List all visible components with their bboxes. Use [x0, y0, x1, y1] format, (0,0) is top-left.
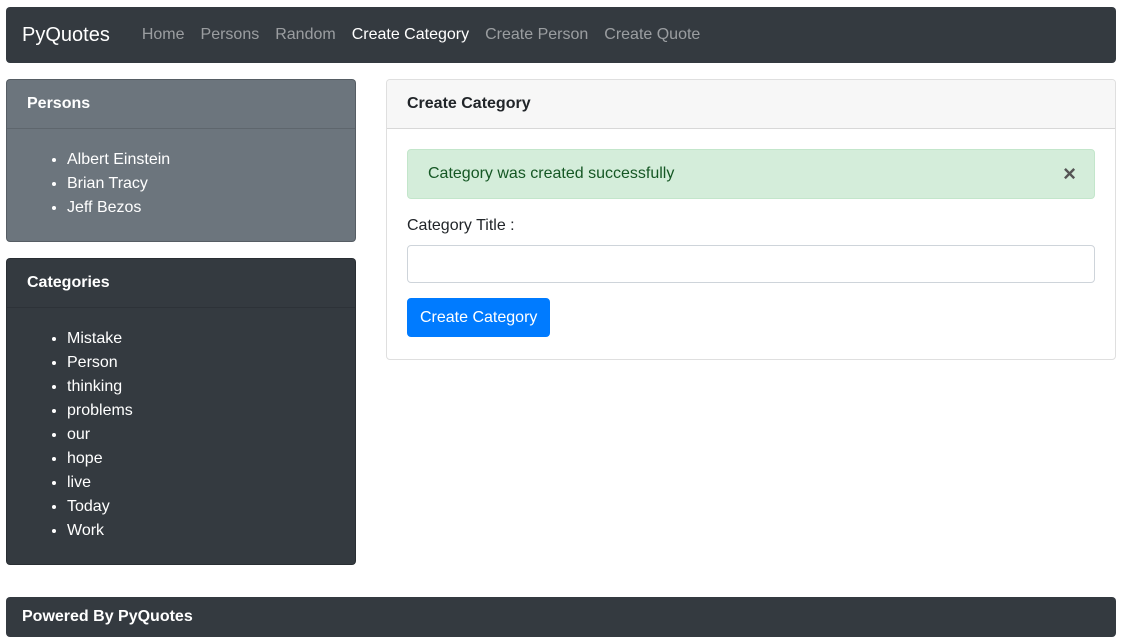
- nav-link-create-quote[interactable]: Create Quote: [596, 26, 708, 44]
- category-item: Work: [67, 519, 335, 543]
- alert-message: Category was created successfully: [428, 165, 675, 182]
- category-item: problems: [67, 399, 335, 423]
- person-item: Brian Tracy: [67, 172, 335, 196]
- create-category-button[interactable]: Create Category: [407, 298, 551, 337]
- category-item: thinking: [67, 375, 335, 399]
- footer: Powered By PyQuotes: [6, 597, 1116, 637]
- category-item: our: [67, 423, 335, 447]
- persons-card-title: Persons: [7, 80, 355, 129]
- create-category-body: Category was created successfully × Cate…: [387, 129, 1115, 357]
- categories-card: Categories Mistake Person thinking probl…: [6, 258, 356, 565]
- nav-link-create-category[interactable]: Create Category: [344, 26, 477, 44]
- category-title-input[interactable]: [407, 245, 1095, 283]
- person-item: Albert Einstein: [67, 148, 335, 172]
- category-item: Mistake: [67, 327, 335, 351]
- top-navbar: PyQuotes Home Persons Random Create Cate…: [6, 7, 1116, 63]
- category-title-label: Category Title :: [407, 217, 515, 234]
- category-item: live: [67, 471, 335, 495]
- nav-link-create-person[interactable]: Create Person: [477, 26, 596, 44]
- success-alert: Category was created successfully ×: [407, 149, 1095, 199]
- category-item: Person: [67, 351, 335, 375]
- footer-text: Powered By PyQuotes: [22, 608, 193, 625]
- close-icon[interactable]: ×: [1063, 162, 1076, 186]
- persons-list: Albert Einstein Brian Tracy Jeff Bezos: [7, 129, 355, 220]
- persons-card: Persons Albert Einstein Brian Tracy Jeff…: [6, 79, 356, 242]
- category-item: hope: [67, 447, 335, 471]
- brand-link[interactable]: PyQuotes: [22, 24, 110, 47]
- nav-link-random[interactable]: Random: [267, 26, 343, 44]
- nav-links: Home Persons Random Create Category Crea…: [134, 26, 709, 44]
- nav-link-persons[interactable]: Persons: [193, 26, 268, 44]
- nav-link-home[interactable]: Home: [134, 26, 193, 44]
- create-category-card: Create Category Category was created suc…: [386, 79, 1116, 360]
- categories-card-title: Categories: [7, 259, 355, 308]
- create-category-title: Create Category: [387, 80, 1115, 129]
- person-item: Jeff Bezos: [67, 196, 335, 220]
- category-item: Today: [67, 495, 335, 519]
- categories-list: Mistake Person thinking problems our hop…: [7, 308, 355, 543]
